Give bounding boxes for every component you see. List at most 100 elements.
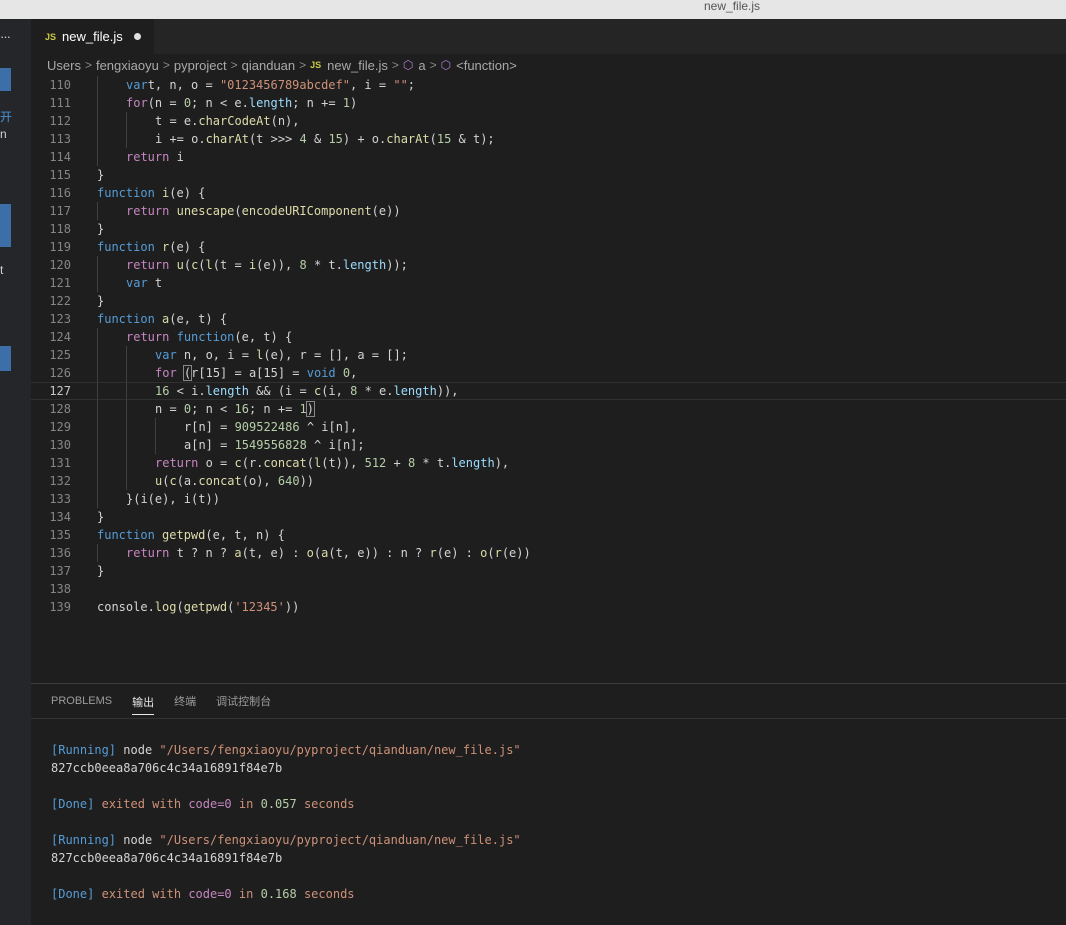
js-file-icon: JS (45, 31, 57, 42)
code-token: (e) { (169, 240, 206, 254)
code-line[interactable]: 120 return u(c(l(t = i(e)), 8 * t.length)… (31, 256, 1066, 274)
sidebar-highlight[interactable] (0, 68, 11, 91)
indent-guide (155, 418, 156, 436)
code-line[interactable]: 134} (31, 508, 1066, 526)
code-token: & t); (451, 132, 495, 146)
code-token: ; n < e. (191, 96, 249, 110)
code-token: , (350, 366, 358, 380)
code-token: function (176, 330, 235, 344)
code-line[interactable]: 119 function r(e) { (31, 238, 1066, 256)
code-token: "" (393, 78, 408, 92)
code-token: c (234, 456, 242, 470)
code-token: (n = (147, 96, 184, 110)
code-token: (i, (321, 384, 351, 398)
unsaved-dot-icon[interactable] (133, 33, 141, 40)
code-token: (t, e) : (241, 546, 307, 560)
breadcrumb-item[interactable]: Users (47, 58, 81, 73)
code-line[interactable]: 110 vart, n, o = "0123456789abcdef", i = … (31, 76, 1066, 94)
code-line[interactable]: 125 var n, o, i = l(e), r = [], a = []; (31, 346, 1066, 364)
code-token: 15 (328, 132, 343, 146)
breadcrumb-item[interactable]: fengxiaoyu (96, 58, 159, 73)
code-line[interactable]: 128 n = 0; n < 16; n += 1) (31, 400, 1066, 418)
code-text: t = e.charCodeAt(n), (155, 112, 300, 130)
line-number: 110 (49, 78, 71, 92)
code-line[interactable]: 135 function getpwd(e, t, n) { (31, 526, 1066, 544)
code-text: }(i(e), i(t)) (126, 490, 220, 508)
code-line[interactable]: 121 var t (31, 274, 1066, 292)
code-line[interactable]: 124 return function(e, t) { (31, 328, 1066, 346)
code-token: t ? n ? (169, 546, 235, 560)
code-line[interactable]: 131 return o = c(r.concat(l(t)), 512 + 8 … (31, 454, 1066, 472)
code-token: return (126, 150, 170, 164)
code-line[interactable]: 126 for (r[15] = a[15] = void 0, (31, 364, 1066, 382)
indent-guide (126, 436, 127, 454)
code-line[interactable]: 118} (31, 220, 1066, 238)
code-line[interactable]: 122} (31, 292, 1066, 310)
tab-output[interactable]: 输出 (132, 694, 155, 715)
more-icon[interactable]: ··· (0, 29, 11, 44)
code-line[interactable]: 114 return i (31, 148, 1066, 166)
code-token: )) (299, 474, 315, 488)
indent-guide (126, 454, 127, 472)
code-editor[interactable]: 110 vart, n, o = "0123456789abcdef", i = … (31, 76, 1066, 683)
indent-guide (97, 400, 98, 418)
breadcrumb-item[interactable]: qianduan (242, 58, 296, 73)
code-line[interactable]: 127 16 < i.length && (i = c(i, 8 * e.leng… (31, 382, 1066, 401)
code-token: ( (183, 258, 192, 272)
breadcrumb-item[interactable]: pyproject (174, 58, 227, 73)
code-token: + (386, 456, 408, 470)
code-line[interactable]: 117 return unescape(encodeURIComponent(e)… (31, 202, 1066, 220)
code-token: length (248, 96, 293, 110)
title-bar: new_file.js (0, 0, 1066, 19)
code-text: } (97, 166, 104, 184)
indent-guide (97, 256, 98, 274)
chevron-right-icon: > (391, 58, 399, 72)
breadcrumb-symbol[interactable]: a (418, 58, 425, 73)
code-token: encodeURIComponent (241, 204, 372, 218)
code-token: function (97, 528, 155, 542)
code-line[interactable]: 133}(i(e), i(t)) (31, 490, 1066, 508)
js-file-icon: JS (310, 60, 322, 70)
code-line[interactable]: 115} (31, 166, 1066, 184)
line-number: 125 (49, 348, 71, 362)
code-text: } (97, 562, 104, 580)
code-line[interactable]: 132 u(c(a.concat(o), 640)) (31, 472, 1066, 490)
sidebar-highlight[interactable] (0, 346, 11, 371)
code-line[interactable]: 111 for(n = 0; n < e.length; n += 1) (31, 94, 1066, 112)
sidebar-highlight[interactable] (0, 204, 11, 247)
code-line[interactable]: 138 (31, 580, 1066, 598)
indent-guide (126, 346, 127, 364)
left-sidebar-strip: ··· 开 n t (0, 19, 31, 925)
code-token: (t >>> (248, 132, 300, 146)
tab-problems[interactable]: PROBLEMS (51, 695, 112, 707)
code-token: 1 (299, 402, 307, 416)
code-line[interactable]: 123 function a(e, t) { (31, 310, 1066, 328)
code-line[interactable]: 113 i += o.charAt(t >>> 4 & 15) + o.charA… (31, 130, 1066, 148)
indent-guide (126, 130, 127, 148)
tab-terminal[interactable]: 终端 (174, 693, 196, 709)
code-token: )); (386, 258, 408, 272)
tab-debug-console[interactable]: 调试控制台 (216, 693, 271, 709)
code-line[interactable]: 116 function i(e) { (31, 184, 1066, 202)
breadcrumb-symbol[interactable]: <function> (456, 58, 517, 73)
tab-new-file[interactable]: JS new_file.js (31, 19, 154, 54)
breadcrumb-file[interactable]: new_file.js (327, 58, 388, 73)
indent-guide (97, 112, 98, 130)
code-line[interactable]: 130 a[n] = 1549556828 ^ i[n]; (31, 436, 1066, 454)
code-token: t (147, 276, 163, 290)
indent-guide (97, 346, 98, 364)
code-token: (e, t, n) { (205, 528, 285, 542)
code-text: 16 < i.length && (i = c(i, 8 * e.length)… (155, 383, 459, 399)
code-line[interactable]: 139 console.log(getpwd('12345')) (31, 598, 1066, 616)
indent-guide (126, 472, 127, 490)
code-line[interactable]: 137} (31, 562, 1066, 580)
code-token: concat (198, 474, 242, 488)
code-line[interactable]: 129 r[n] = 909522486 ^ i[n], (31, 418, 1066, 436)
code-line[interactable]: 136 return t ? n ? a(t, e) : o(a(t, e)) :… (31, 544, 1066, 562)
indent-guide (97, 274, 98, 292)
code-line[interactable]: 112 t = e.charCodeAt(n), (31, 112, 1066, 130)
output-line-running: [Running] node "/Users/fengxiaoyu/pyproj… (51, 833, 521, 847)
code-token: (e) { (169, 186, 206, 200)
